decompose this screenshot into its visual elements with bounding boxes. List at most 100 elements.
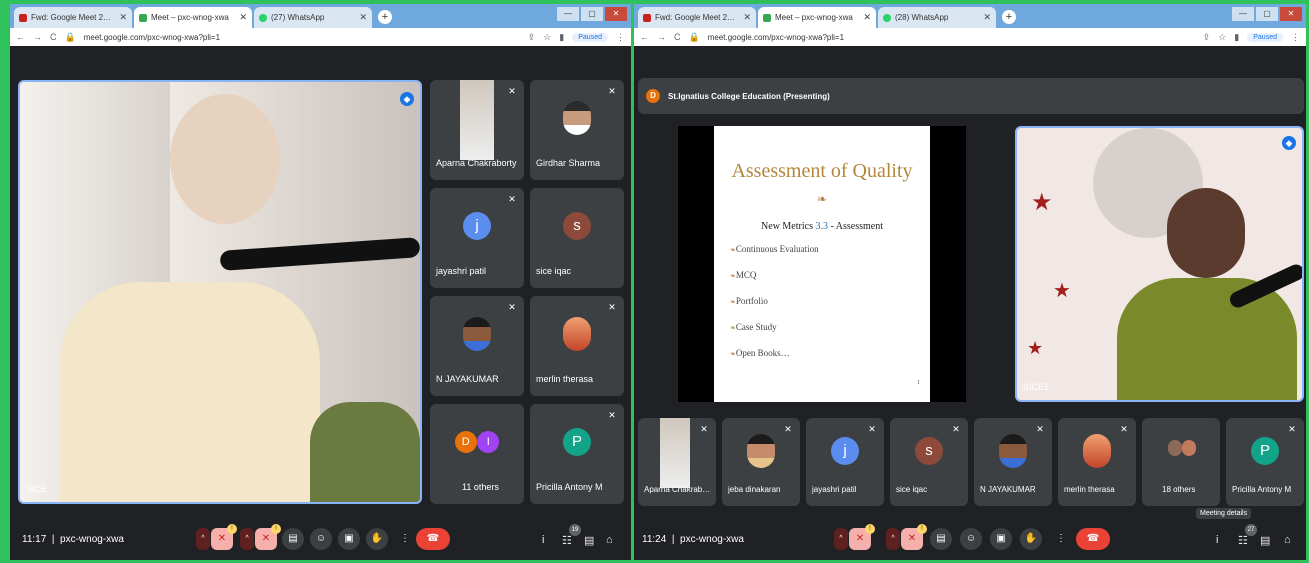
people-icon[interactable]: ☷ (562, 534, 572, 547)
maximize-button[interactable]: ▢ (1256, 7, 1278, 21)
bullet-item: Case Study (730, 322, 819, 332)
sidebar-icon[interactable]: ▮ (559, 32, 564, 43)
raise-hand-button[interactable]: ✋ (366, 528, 388, 550)
profile-paused-button[interactable]: Paused (572, 32, 608, 42)
menu-icon[interactable]: ⋮ (616, 32, 625, 43)
share-icon[interactable]: ⇪ (528, 32, 536, 43)
close-icon[interactable]: ✕ (119, 12, 127, 23)
close-icon[interactable]: ✕ (359, 12, 367, 23)
activities-icon[interactable]: ⌂ (1284, 534, 1291, 546)
captions-button[interactable]: ▤ (282, 528, 304, 550)
participant-tile[interactable]: s ✕ sice iqac (890, 418, 968, 506)
browser-tab[interactable]: (27) WhatsApp ✕ (254, 7, 372, 28)
leave-call-button[interactable]: ☎ (1076, 528, 1110, 550)
star-icon[interactable]: ☆ (543, 32, 551, 43)
leave-call-button[interactable]: ☎ (416, 528, 450, 550)
participant-tile[interactable]: ✕ N JAYAKUMAR (430, 296, 524, 396)
window-close-button[interactable]: ✕ (605, 7, 627, 21)
window-close-button[interactable]: ✕ (1280, 7, 1302, 21)
captions-button[interactable]: ▤ (930, 528, 952, 550)
mic-off-icon: ✕ (217, 533, 227, 544)
share-icon[interactable]: ⇪ (1203, 32, 1211, 43)
participant-name: SICE (26, 484, 48, 494)
participant-tile[interactable]: P ✕ Pricilla Antony M (530, 404, 624, 504)
close-icon[interactable]: ✕ (983, 12, 991, 23)
reload-icon[interactable]: C (50, 32, 57, 42)
audio-options-button[interactable]: ^ (196, 528, 210, 550)
side-speaker-video[interactable]: ★ ★ ★ ◆ SICE1 (1015, 126, 1304, 402)
browser-tab-active[interactable]: Meet – pxc-wnog-xwa ✕ (134, 7, 252, 28)
forward-icon[interactable]: → (33, 32, 42, 42)
participant-tile[interactable]: ✕ Aparna Chakrab… (638, 418, 716, 506)
star-icon[interactable]: ☆ (1218, 32, 1226, 43)
participant-tile[interactable]: ✕ merlin therasa (530, 296, 624, 396)
reload-icon[interactable]: C (674, 32, 681, 42)
close-icon[interactable]: ✕ (239, 12, 247, 23)
more-options-button[interactable]: ⋮ (1050, 528, 1072, 550)
browser-tab-active[interactable]: Meet – pxc-wnog-xwa ✕ (758, 7, 876, 28)
emoji-button[interactable]: ☺ (960, 528, 982, 550)
participant-tile[interactable]: ✕ Aparna Chakraborty (430, 80, 524, 180)
maximize-button[interactable]: ▢ (581, 7, 603, 21)
microphone-toggle-button[interactable]: ✕! (849, 524, 875, 550)
camera-toggle-button[interactable]: ✕! (901, 524, 927, 550)
menu-icon[interactable]: ⋮ (1291, 32, 1300, 43)
close-icon[interactable]: ✕ (863, 12, 871, 23)
back-icon[interactable]: ← (640, 32, 649, 42)
participant-tile[interactable]: s sice iqac (530, 188, 624, 288)
chat-icon[interactable]: ▤ (584, 534, 594, 547)
sidebar-icon[interactable]: ▮ (1234, 32, 1239, 43)
participant-name: jeba dinakaran (728, 485, 781, 494)
participant-tile[interactable]: ✕ Girdhar Sharma (530, 80, 624, 180)
info-icon[interactable]: i (542, 534, 544, 546)
minimize-button[interactable]: — (557, 7, 579, 21)
browser-tab[interactable]: (28) WhatsApp ✕ (878, 7, 996, 28)
shared-screen[interactable]: Assessment of Quality ❧ New Metrics 3.3 … (678, 126, 966, 402)
profile-paused-button[interactable]: Paused (1247, 32, 1283, 42)
main-speaker-video[interactable]: ◆ SICE (18, 80, 422, 504)
new-tab-button[interactable]: + (1002, 10, 1016, 24)
participant-tile[interactable]: P ✕ Pricilla Antony M (1226, 418, 1304, 506)
chat-icon[interactable]: ▤ (1260, 534, 1270, 547)
participant-tile[interactable]: ✕ N JAYAKUMAR (974, 418, 1052, 506)
others-tile[interactable]: 18 others (1142, 418, 1220, 506)
video-options-button[interactable]: ^ (240, 528, 254, 550)
present-button[interactable]: ▣ (338, 528, 360, 550)
more-options-button[interactable]: ⋮ (394, 528, 416, 550)
mic-off-icon: ✕ (608, 410, 616, 420)
info-icon[interactable]: i (1216, 534, 1218, 546)
people-icon[interactable]: ☷ (1238, 534, 1248, 547)
back-icon[interactable]: ← (16, 32, 25, 42)
activities-icon[interactable]: ⌂ (606, 534, 613, 546)
meeting-code: pxc-wnog-xwa (680, 533, 744, 545)
others-tile[interactable]: D I 11 others (430, 404, 524, 504)
participant-tile[interactable]: j ✕ jayashri patil (430, 188, 524, 288)
mic-off-icon: ✕ (784, 424, 792, 434)
participant-name: N JAYAKUMAR (980, 485, 1036, 494)
avatar: s (563, 212, 591, 240)
browser-tab[interactable]: Fwd: Google Meet 2nd link - my ✕ (14, 7, 132, 28)
close-icon[interactable]: ✕ (743, 12, 751, 23)
participant-tile[interactable]: ✕ merlin therasa (1058, 418, 1136, 506)
participant-tile[interactable]: ✕ jeba dinakaran (722, 418, 800, 506)
pin-icon[interactable]: ◆ (400, 92, 414, 106)
camera-toggle-button[interactable]: ✕! (255, 524, 281, 550)
participant-name: Girdhar Sharma (536, 158, 601, 168)
meeting-time: 11:17 (22, 533, 47, 545)
video-options-button[interactable]: ^ (886, 528, 900, 550)
raise-hand-button[interactable]: ✋ (1020, 528, 1042, 550)
pin-icon[interactable]: ◆ (1282, 136, 1296, 150)
forward-icon[interactable]: → (657, 32, 666, 42)
url-field[interactable]: meet.google.com/pxc-wnog-xwa?pli=1 (708, 33, 1195, 42)
minimize-button[interactable]: — (1232, 7, 1254, 21)
present-button[interactable]: ▣ (990, 528, 1012, 550)
gmail-icon (19, 13, 27, 22)
audio-options-button[interactable]: ^ (834, 528, 848, 550)
url-field[interactable]: meet.google.com/pxc-wnog-xwa?pli=1 (84, 33, 520, 42)
browser-tab[interactable]: Fwd: Google Meet 2nd link - my ✕ (638, 7, 756, 28)
microphone-toggle-button[interactable]: ✕! (211, 524, 237, 550)
emoji-button[interactable]: ☺ (310, 528, 332, 550)
participant-tile[interactable]: j ✕ jayashri patil (806, 418, 884, 506)
new-tab-button[interactable]: + (378, 10, 392, 24)
avatar: s (915, 437, 943, 466)
